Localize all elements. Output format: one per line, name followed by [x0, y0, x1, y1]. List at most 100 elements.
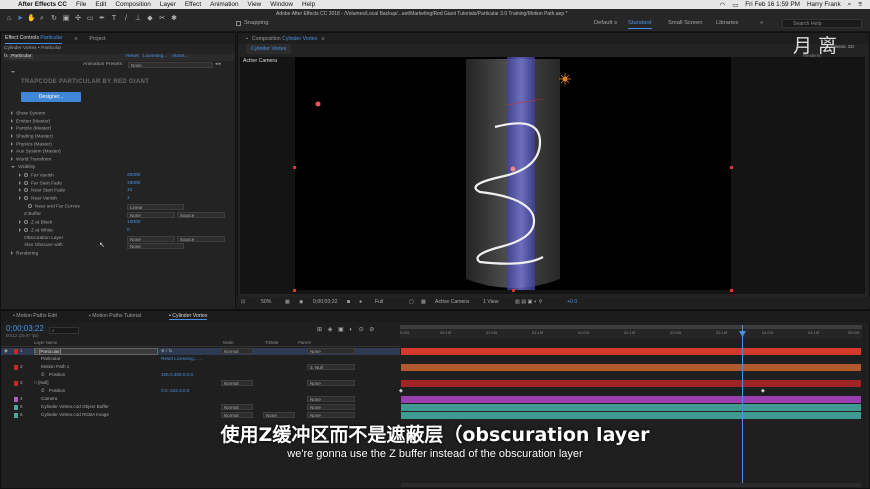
layer-bar-1[interactable] — [401, 348, 861, 355]
about-link[interactable]: About... — [172, 54, 189, 59]
eraser-tool-icon[interactable]: ◆ — [146, 15, 154, 23]
comp-subtab[interactable]: Cylinder Vortex — [246, 44, 292, 54]
exposure-value[interactable]: +0.0 — [567, 299, 577, 305]
app-menu[interactable]: After Effects CC — [18, 1, 67, 8]
layer-name[interactable]: Cylinder Vortex.c4d Object Buffer — [41, 404, 109, 409]
col-trkmat[interactable]: TrkMat — [265, 340, 278, 345]
grid-icon[interactable]: ▦ — [285, 299, 290, 305]
home-icon[interactable]: ⌂ — [5, 15, 13, 23]
viewer-handle-left[interactable] — [293, 166, 296, 169]
effect-name[interactable]: Particular — [41, 356, 60, 361]
near-far-curves-dropdown[interactable]: Linear — [127, 204, 184, 210]
workspace-libraries[interactable]: Libraries — [716, 20, 738, 26]
type-tool-icon[interactable]: T — [110, 15, 118, 23]
prop-near-start-fade[interactable]: Near Start Fade — [19, 188, 65, 193]
viewer-handle-bottom-right[interactable] — [730, 289, 733, 292]
current-time-display[interactable]: 0;00;03;22 — [313, 299, 338, 305]
menu-edit[interactable]: Edit — [95, 1, 106, 8]
layer-search-input[interactable]: ⌕ — [49, 327, 79, 334]
menu-help[interactable]: Help — [302, 1, 315, 8]
prop-far-start-fade-value[interactable]: 19000 — [127, 181, 140, 186]
property-value[interactable]: 0.0,-222.3,0.0 — [161, 388, 189, 393]
layer-row-position[interactable]: ⏱ Position 155.0,360.0,0.0 — [1, 372, 400, 379]
layer-row-4[interactable]: 4 Camera None — [1, 396, 400, 403]
layer-row-5[interactable]: 5 Cylinder Vortex.c4d Object Buffer Norm… — [1, 404, 400, 411]
zoom-dropdown[interactable]: 50% — [261, 299, 271, 305]
battery-icon[interactable]: ▭ — [732, 1, 738, 9]
region-of-interest-icon[interactable]: ▢ — [409, 299, 414, 305]
layer-mode-dropdown[interactable]: Normal — [221, 404, 253, 410]
menu-layer[interactable]: Layer — [160, 1, 176, 8]
layer-name[interactable]: Cylinder Vortex.c4d RGBA Image — [41, 412, 109, 417]
composition-canvas[interactable] — [295, 57, 731, 290]
layer-row-effect[interactable]: Particular Reset Licensing... ... — [1, 356, 400, 363]
layer-label-color[interactable] — [14, 381, 18, 386]
layer-label-color[interactable] — [14, 397, 18, 402]
group-visibility[interactable]: Visibility — [11, 165, 35, 170]
pan-behind-tool-icon[interactable]: ✣ — [74, 15, 82, 23]
puppet-tool-icon[interactable]: ✱ — [170, 15, 178, 23]
layer-name[interactable]: □ [Particular] — [34, 348, 158, 355]
timeline-zoom-slider[interactable] — [401, 483, 861, 487]
menu-effect[interactable]: Effect — [185, 1, 201, 8]
layer-label-color[interactable] — [14, 365, 18, 370]
licensing-link[interactable]: Licensing... — [143, 54, 167, 59]
work-area-bar[interactable] — [400, 325, 862, 329]
layer-parent-dropdown[interactable]: None — [307, 348, 355, 354]
layer-bar-4[interactable] — [401, 396, 861, 403]
selection-tool-icon[interactable]: ➤ — [16, 15, 24, 23]
clone-tool-icon[interactable]: ⊥ — [134, 15, 142, 23]
obscuration-source-dropdown[interactable]: Source — [177, 236, 225, 242]
stopwatch-icon[interactable]: ⏱ — [41, 388, 45, 393]
designer-button[interactable]: Designer... — [21, 92, 81, 102]
z-buffer-source-dropdown[interactable]: Source — [177, 212, 225, 218]
visibility-eye-icon[interactable]: ◉ — [4, 348, 8, 354]
tab-project[interactable]: Project — [89, 36, 105, 42]
prop-near-vanish[interactable]: Near Vanish — [19, 196, 57, 201]
col-layer-name[interactable]: Layer Name — [34, 340, 57, 345]
workspace-menu-icon[interactable]: ≡ — [614, 20, 617, 26]
group-world-transform[interactable]: World Transform — [11, 157, 51, 162]
viewer-handle-bottom-left[interactable] — [293, 289, 296, 292]
stopwatch-icon[interactable]: ⏱ — [41, 372, 45, 377]
prop-z-at-white[interactable]: Z at White — [19, 228, 53, 233]
layer-parent-dropdown[interactable]: None — [307, 396, 355, 402]
layer-name[interactable]: □ [Null] — [34, 380, 49, 385]
layer-bar-6[interactable] — [401, 412, 861, 419]
magnifier-icon[interactable]: ⊡ — [241, 299, 245, 305]
fx-name[interactable]: Particular — [9, 54, 34, 59]
viewer-handle-right[interactable] — [730, 166, 733, 169]
layer-switches[interactable]: ⊕ / fx — [161, 348, 172, 354]
z-buffer-dropdown[interactable]: None — [127, 212, 175, 218]
fx-toggle-icon[interactable]: fx — [4, 54, 8, 59]
prop-z-at-black[interactable]: Z at Black — [19, 220, 52, 225]
workspace-small-screen[interactable]: Small Screen — [668, 20, 702, 26]
col-parent[interactable]: Parent — [298, 340, 311, 345]
color-channel-icon[interactable]: ● — [359, 299, 362, 305]
mask-tool-icon[interactable]: ▭ — [86, 15, 94, 23]
snapshot-camera-icon[interactable]: ◉ — [299, 299, 304, 305]
layer-name[interactable]: Camera — [41, 396, 57, 401]
layer-row-null-position[interactable]: ⏱ Position 0.0,-222.3,0.0 — [1, 388, 400, 395]
fx-twirl[interactable] — [11, 70, 18, 75]
layer-parent-dropdown[interactable]: None — [307, 412, 355, 418]
overflow-icon[interactable]: » — [760, 20, 763, 26]
layer-bar-3[interactable] — [401, 380, 861, 387]
tab-motion-paths-tutorial[interactable]: ▪ Motion Paths Tutorial — [89, 313, 141, 319]
snapping-checkbox[interactable] — [236, 21, 241, 26]
group-emitter[interactable]: Emitter (Master) — [11, 119, 50, 124]
lock-icon[interactable]: ▪ — [246, 36, 248, 42]
prop-z-at-black-value[interactable]: 10000 — [127, 220, 140, 225]
prop-z-at-white-value[interactable]: 0 — [127, 228, 130, 233]
effect-links[interactable]: Reset Licensing... ... — [161, 356, 203, 361]
layer-row-2[interactable]: 2 Motion Path 1 3. Null — [1, 364, 400, 371]
pen-tool-icon[interactable]: ✒ — [98, 15, 106, 23]
group-physics[interactable]: Physics (Master) — [11, 142, 52, 147]
search-help-field[interactable]: Search Help — [782, 19, 862, 28]
current-time-indicator[interactable] — [742, 325, 743, 485]
group-aux-system[interactable]: Aux System (Master) — [11, 149, 61, 154]
workspace-standard[interactable]: Standard — [628, 20, 652, 29]
resolution-dropdown[interactable]: Full — [375, 299, 383, 305]
menu-view[interactable]: View — [248, 1, 262, 8]
snapshot-icon[interactable]: ◙ — [347, 299, 350, 305]
